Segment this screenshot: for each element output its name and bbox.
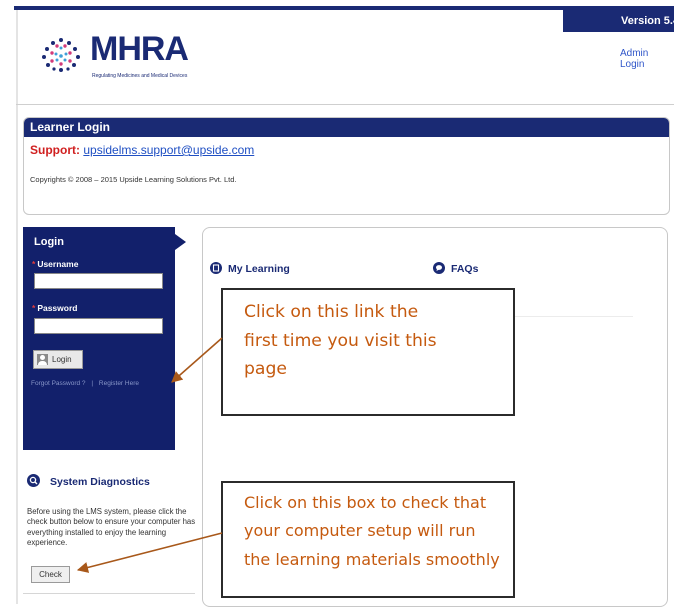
- register-callout-line: page: [244, 359, 287, 379]
- check-button[interactable]: Check: [31, 566, 70, 583]
- faqs-link[interactable]: FAQs: [433, 262, 478, 275]
- login-panel: Login * Username * Password Login Forgot P…: [23, 227, 175, 450]
- login-button-label: Login: [52, 355, 72, 364]
- forgot-password-link[interactable]: Forgot Password ?: [31, 380, 86, 387]
- login-title: Login: [34, 236, 64, 248]
- username-input[interactable]: [34, 273, 163, 289]
- learner-login-box: Learner Login Support: upsidelms.support…: [23, 117, 670, 215]
- page-left-border: [16, 10, 18, 604]
- check-callout: Click on this box to check that your com…: [221, 481, 515, 598]
- login-button[interactable]: Login: [33, 350, 83, 369]
- check-callout-line: Click on this box to check that: [244, 493, 487, 512]
- register-here-link[interactable]: Register Here: [99, 380, 139, 387]
- support-line: Support: upsidelms.support@upside.com: [30, 143, 254, 157]
- user-icon: [37, 354, 48, 365]
- copyright-text: Copyrights © 2008 – 2015 Upside Learning…: [30, 175, 237, 184]
- link-separator: |: [91, 380, 94, 387]
- diagnostics-divider: [23, 593, 195, 594]
- version-label: Version 5.4.7: [563, 10, 674, 32]
- learner-login-title: Learner Login: [24, 118, 669, 137]
- username-label: * Username: [32, 259, 79, 269]
- chat-bubble-icon: [433, 262, 445, 274]
- magnifier-icon: [27, 474, 40, 487]
- logo-text: MHRA: [90, 30, 189, 68]
- admin-login-link[interactable]: Admin Login: [620, 48, 674, 70]
- mhra-logo: MHRA Regulating Medicines and Medical De…: [38, 30, 208, 86]
- support-label: Support:: [30, 143, 80, 157]
- diagnostics-description: Before using the LMS system, please clic…: [27, 507, 196, 548]
- logo-dots-icon: [42, 38, 80, 72]
- password-label: * Password: [32, 303, 78, 313]
- login-panel-pointer: [175, 234, 186, 250]
- header-divider: [16, 104, 674, 105]
- logo-tagline: Regulating Medicines and Medical Devices: [92, 73, 188, 79]
- my-learning-label: My Learning: [228, 263, 290, 275]
- content-separator: [503, 316, 633, 317]
- check-callout-line: the learning materials smoothly: [244, 549, 500, 569]
- support-email-link[interactable]: upsidelms.support@upside.com: [83, 143, 254, 157]
- register-callout: Click on this link the first time you vi…: [221, 288, 515, 416]
- password-input[interactable]: [34, 318, 163, 334]
- check-callout-line: your computer setup will run: [244, 521, 476, 541]
- register-callout-line: first time you visit this: [244, 330, 437, 351]
- account-links: Forgot Password ? | Register Here: [31, 380, 139, 387]
- register-callout-line: Click on this link the: [244, 302, 419, 322]
- faqs-label: FAQs: [451, 263, 479, 275]
- system-diagnostics-title: System Diagnostics: [27, 474, 150, 488]
- diagnostics-title-label: System Diagnostics: [50, 476, 150, 488]
- book-icon: [210, 262, 222, 274]
- my-learning-link[interactable]: My Learning: [210, 262, 290, 275]
